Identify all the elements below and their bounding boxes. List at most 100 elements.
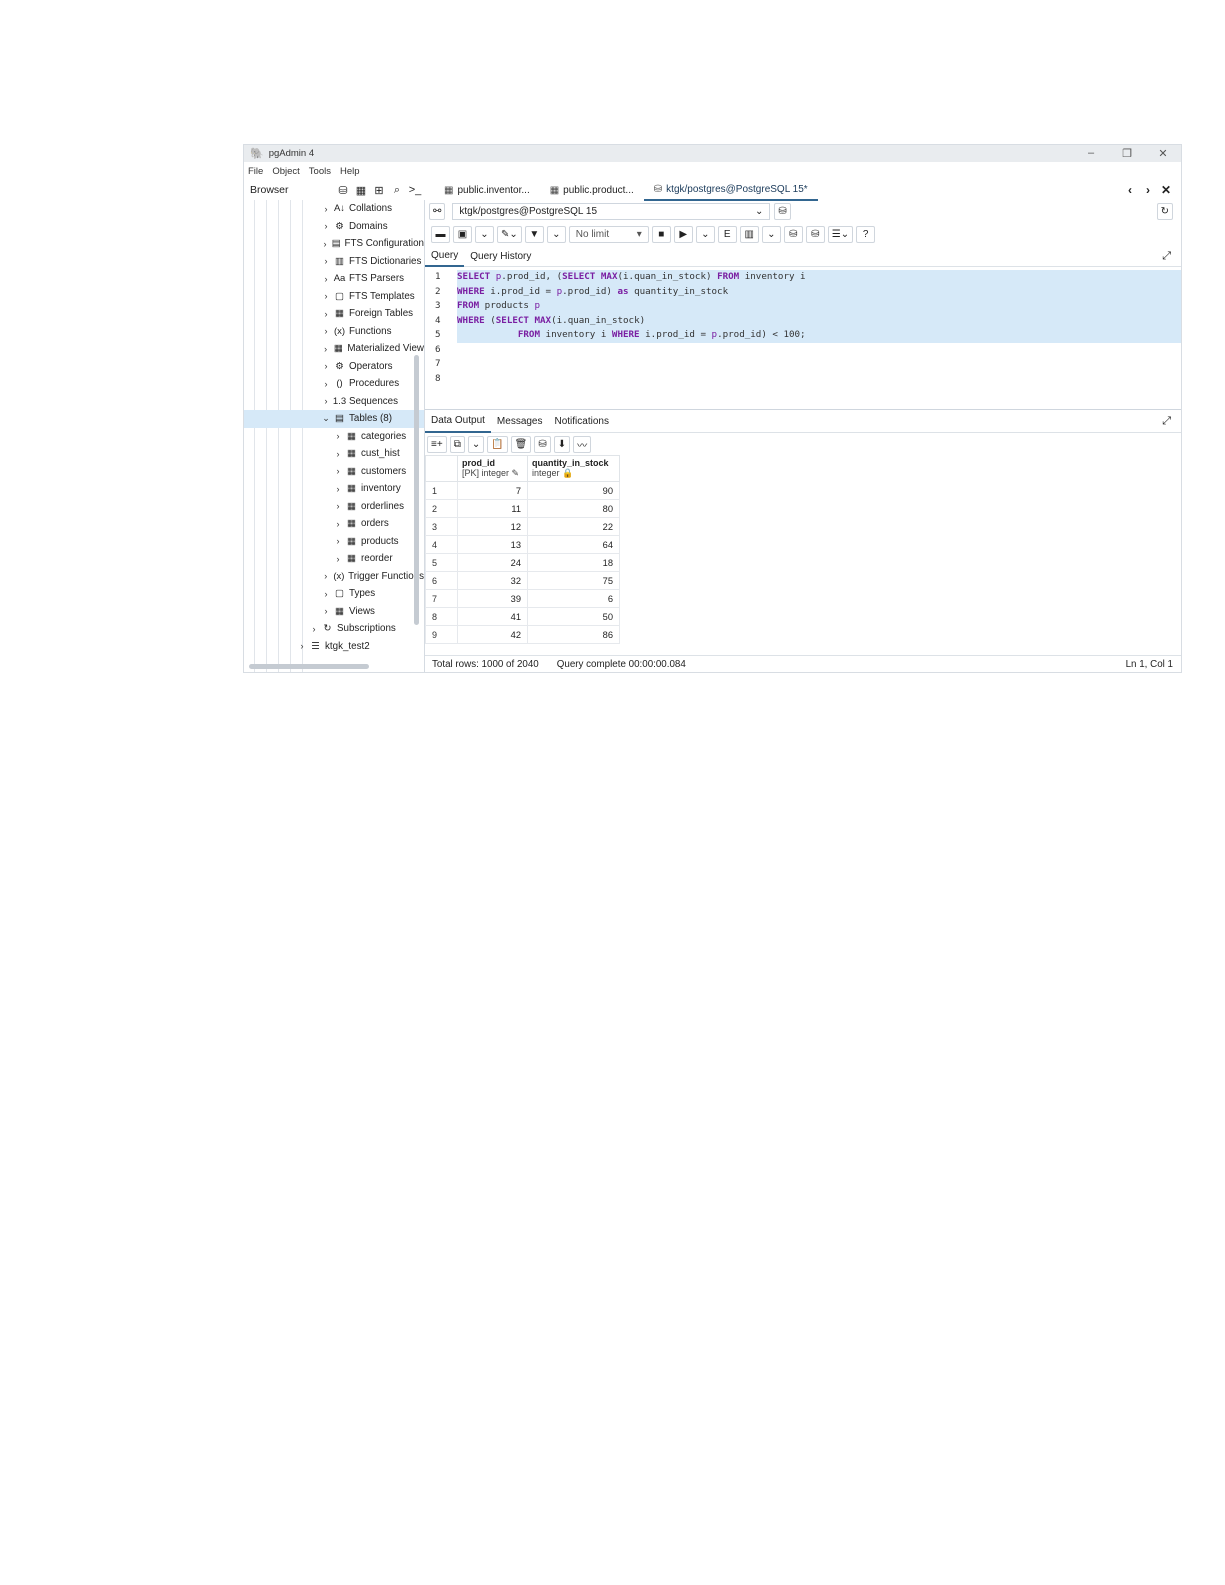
code-area[interactable]: SELECT p.prod_id, (SELECT MAX(i.quan_in_… <box>457 267 1181 409</box>
explain-icon[interactable]: E <box>717 225 737 243</box>
tree-item[interactable]: › ⚙ Operators <box>244 358 424 376</box>
chevron-right-icon[interactable]: › <box>320 309 332 319</box>
table-row[interactable]: 2 11 80 <box>425 499 620 518</box>
expand-icon[interactable]: ⤢ <box>1162 250 1171 263</box>
tree-item[interactable]: › ▢ Types <box>244 585 424 603</box>
table-row[interactable]: 1 7 90 <box>425 481 620 500</box>
table-cell[interactable]: 90 <box>527 481 620 500</box>
tree-item[interactable]: › ▦ reorder <box>244 550 424 568</box>
rollback-icon[interactable]: ⛁ <box>805 225 825 243</box>
chevron-right-icon[interactable]: › <box>320 396 332 406</box>
stop-icon[interactable]: ■ <box>651 225 671 243</box>
column-header-prod-id[interactable]: prod_id [PK] integer ✎ <box>457 455 528 482</box>
tab-prev-icon[interactable]: ‹ <box>1121 183 1139 197</box>
terminal-icon[interactable]: >_ <box>406 182 424 198</box>
tab-query-history[interactable]: Query History <box>464 246 537 266</box>
tab-messages[interactable]: Messages <box>491 410 549 432</box>
table-cell[interactable]: 24 <box>457 553 528 572</box>
table-cell[interactable]: 80 <box>527 499 620 518</box>
table-cell[interactable]: 75 <box>527 571 620 590</box>
tab-next-icon[interactable]: › <box>1139 183 1157 197</box>
table-row[interactable]: 3 12 22 <box>425 517 620 536</box>
tree-item[interactable]: › ▦ Views <box>244 603 424 621</box>
chevron-down-icon[interactable]: ⌄ <box>320 413 332 424</box>
tree-item[interactable]: › ▥ FTS Dictionaries <box>244 253 424 271</box>
menu-object[interactable]: Object <box>272 166 299 177</box>
sql-editor[interactable]: 12345678 SELECT p.prod_id, (SELECT MAX(i… <box>425 267 1181 409</box>
save-data-icon[interactable]: ⛁ <box>534 435 551 453</box>
table-cell[interactable]: 22 <box>527 517 620 536</box>
tree-item[interactable]: › ▦ orderlines <box>244 498 424 516</box>
copy-dropdown-icon[interactable]: ⌄ <box>467 435 485 453</box>
tree-item[interactable]: › 1.3 Sequences <box>244 393 424 411</box>
chevron-right-icon[interactable]: › <box>320 221 332 231</box>
commit-icon[interactable]: ⛁ <box>783 225 803 243</box>
tree-item[interactable]: › ▦ categories <box>244 428 424 446</box>
chevron-right-icon[interactable]: › <box>320 239 330 249</box>
table-cell[interactable]: 64 <box>527 535 620 554</box>
tab-query-tool[interactable]: ⛁ ktgk/postgres@PostgreSQL 15* <box>643 179 818 201</box>
tab-query[interactable]: Query <box>425 245 465 267</box>
help-icon[interactable]: ? <box>856 225 876 243</box>
table-cell[interactable]: 32 <box>457 571 528 590</box>
add-row-icon[interactable]: ≡+ <box>427 435 447 453</box>
database-icon[interactable]: ⛁ <box>774 202 791 220</box>
table-cell[interactable]: 41 <box>457 607 528 626</box>
tree-item[interactable]: › () Procedures <box>244 375 424 393</box>
minimize-button[interactable]: – <box>1073 147 1109 160</box>
connection-status-icon[interactable]: ⚯ <box>429 202 446 220</box>
execute-dropdown-icon[interactable]: ⌄ <box>695 225 715 243</box>
table-row[interactable]: 9 42 86 <box>425 625 620 644</box>
tree-item[interactable]: › (x) Functions <box>244 323 424 341</box>
tree-item[interactable]: › ☰ ktgk_test2 <box>244 638 424 656</box>
tree-item[interactable]: › ▦ products <box>244 533 424 551</box>
chevron-right-icon[interactable]: › <box>332 449 344 459</box>
chevron-right-icon[interactable]: › <box>332 554 344 564</box>
chevron-right-icon[interactable]: › <box>332 536 344 546</box>
table-row[interactable]: 8 41 50 <box>425 607 620 626</box>
tree-item[interactable]: › ▢ FTS Templates <box>244 288 424 306</box>
tree-item[interactable]: › ▦ Foreign Tables <box>244 305 424 323</box>
chevron-right-icon[interactable]: › <box>320 361 332 371</box>
chevron-right-icon[interactable]: › <box>296 641 308 651</box>
chevron-right-icon[interactable]: › <box>332 466 344 476</box>
table-cell[interactable]: 18 <box>527 553 620 572</box>
chevron-right-icon[interactable]: › <box>320 589 332 599</box>
tree-item[interactable]: › A↓ Collations <box>244 200 424 218</box>
chevron-right-icon[interactable]: › <box>332 484 344 494</box>
tree-item[interactable]: › ▦ customers <box>244 463 424 481</box>
table-view-icon[interactable]: ▦ <box>352 182 370 198</box>
edit-icon[interactable]: ✎⌄ <box>497 225 522 243</box>
properties-icon[interactable]: ⊞ <box>370 182 388 198</box>
tree-item[interactable]: › ⚙ Domains <box>244 218 424 236</box>
tree-item[interactable]: › ▦ inventory <box>244 480 424 498</box>
table-row[interactable]: 4 13 64 <box>425 535 620 554</box>
filter-icon[interactable]: ▼ <box>524 225 544 243</box>
chevron-right-icon[interactable]: › <box>320 606 332 616</box>
tab-data-output[interactable]: Data Output <box>425 409 491 433</box>
table-row[interactable]: 5 24 18 <box>425 553 620 572</box>
chevron-right-icon[interactable]: › <box>320 379 332 389</box>
tree-item[interactable]: › ↻ Subscriptions <box>244 620 424 638</box>
chevron-right-icon[interactable]: › <box>320 291 332 301</box>
tree-item[interactable]: › Aa FTS Parsers <box>244 270 424 288</box>
maximize-button[interactable]: ❐ <box>1109 147 1145 160</box>
graph-icon[interactable]: 〰 <box>573 435 592 453</box>
sidebar-horizontal-scrollbar[interactable] <box>249 664 369 669</box>
table-cell[interactable]: 39 <box>457 589 528 608</box>
tab-close-icon[interactable]: ✕ <box>1157 183 1175 197</box>
macros-icon[interactable]: ☰⌄ <box>827 225 854 243</box>
table-cell[interactable]: 50 <box>527 607 620 626</box>
search-icon[interactable]: ⌕ <box>388 182 406 198</box>
open-file-icon[interactable]: ▬ <box>431 225 450 243</box>
connection-select[interactable]: ktgk/postgres@PostgreSQL 15 ⌄ <box>452 202 771 220</box>
chevron-right-icon[interactable]: › <box>320 344 331 354</box>
chevron-right-icon[interactable]: › <box>332 501 344 511</box>
menu-help[interactable]: Help <box>340 166 360 177</box>
execute-icon[interactable]: ▶ <box>673 225 693 243</box>
table-cell[interactable]: 86 <box>527 625 620 644</box>
column-header-quantity-in-stock[interactable]: quantity_in_stock integer 🔒 <box>527 455 620 482</box>
database-icon[interactable]: ⛁ <box>334 182 352 198</box>
menu-file[interactable]: File <box>248 166 263 177</box>
chevron-right-icon[interactable]: › <box>332 519 344 529</box>
